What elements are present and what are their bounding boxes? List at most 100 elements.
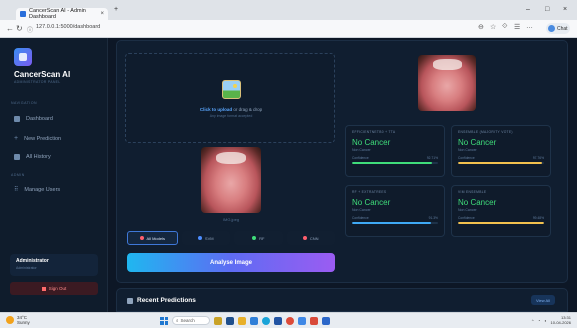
confidence-value: 97.76% <box>532 156 544 160</box>
result-card: RF + EXTRATREES No Cancer Non Cancer Con… <box>345 185 445 237</box>
sign-out-button[interactable]: Sign Out <box>10 282 98 295</box>
sidebar-item-new-prediction[interactable]: + New Prediction <box>14 134 61 144</box>
app-icon[interactable] <box>298 316 306 325</box>
result-model-title: VIM ENSEMBLE <box>458 190 487 194</box>
weather-widget[interactable]: 34°C Sunny <box>6 315 30 325</box>
brand-subtitle: ADMINISTRATOR PANEL <box>14 80 61 84</box>
result-class: Non Cancer <box>352 208 371 212</box>
model-selector: All Models SVM RF CNN <box>127 231 335 245</box>
result-card: EFFICIENTNETB0 + TTA No Cancer Non Cance… <box>345 125 445 177</box>
model-tab-all[interactable]: All Models <box>127 231 178 245</box>
model-tab-label: RF <box>259 235 265 241</box>
close-window-button[interactable]: × <box>563 6 567 13</box>
tab-title: CancerScan AI - Admin Dashboard <box>29 8 86 20</box>
confidence-value: 92.71% <box>426 156 438 160</box>
taskbar: 34°C Sunny ⌕ Search ^ ◔ ◖ 13:31 10-04-202… <box>0 312 577 328</box>
clock[interactable]: 13:31 10-04-2026 <box>551 315 571 325</box>
tab-close-icon[interactable]: × <box>100 11 104 17</box>
confidence-label: Confidence <box>458 216 475 220</box>
logo-icon <box>14 48 32 66</box>
site-info-icon[interactable]: ⓘ <box>27 25 33 34</box>
confidence-bar <box>352 162 438 164</box>
browser-tab[interactable]: CancerScan AI - Admin Dashboard × <box>16 8 108 20</box>
extensions-icon[interactable]: ☰ <box>514 23 520 31</box>
favorite-icon[interactable]: ☆ <box>490 23 496 31</box>
model-dot-icon <box>139 236 144 240</box>
result-model-title: ENSEMBLE (MAJORITY VOTE) <box>458 130 513 134</box>
network-icon[interactable]: ◔ <box>538 318 540 323</box>
click-to-upload-link[interactable]: Click to upload <box>200 107 232 112</box>
recent-predictions-title: Recent Predictions <box>137 297 196 304</box>
clock-date: 10-04-2026 <box>550 320 571 325</box>
windows-start-icon[interactable] <box>160 316 168 325</box>
result-class: Non Cancer <box>458 148 477 152</box>
model-tab-label: CNN <box>309 235 319 241</box>
task-view-icon[interactable] <box>226 316 234 325</box>
dashboard-icon <box>14 116 20 122</box>
sidebar-item-label: Manage Users <box>24 187 61 193</box>
app-icon[interactable] <box>322 316 330 325</box>
volume-icon[interactable]: ◖ <box>544 318 546 323</box>
sidebar-item-all-history[interactable]: All History <box>14 152 51 162</box>
file-explorer-icon[interactable] <box>238 316 246 325</box>
result-card: VIM ENSEMBLE No Cancer Non Cancer Confid… <box>451 185 551 237</box>
browser-tab-bar: CancerScan AI - Admin Dashboard × + – □ … <box>0 0 577 20</box>
confidence-bar-fill <box>352 162 432 164</box>
result-image <box>418 55 476 111</box>
plus-icon: + <box>14 135 19 142</box>
admin-profile: Administrator Administrator <box>10 254 98 276</box>
address-bar: ← ↻ ⓘ 127.0.0.1:5000/dashboard ⊖ ☆ ⟐ ☰ …… <box>0 20 577 38</box>
sidebar-item-label: Dashboard <box>26 116 53 122</box>
view-all-button[interactable]: View All <box>531 295 555 305</box>
result-class: Non Cancer <box>352 148 371 152</box>
sidebar-item-manage-users[interactable]: ⠿ Manage Users <box>14 185 60 195</box>
confidence-label: Confidence <box>352 156 369 160</box>
confidence-bar <box>458 162 544 164</box>
result-verdict: No Cancer <box>458 198 497 207</box>
sidebar-item-label: New Prediction <box>24 136 62 142</box>
model-tab-rf[interactable]: RF <box>234 231 283 245</box>
model-dot-icon <box>252 236 257 240</box>
refresh-icon[interactable]: ↻ <box>16 24 23 33</box>
preview-filename: IMG.jpeg <box>222 217 240 222</box>
result-verdict: No Cancer <box>352 138 391 147</box>
recent-predictions-icon <box>127 298 133 304</box>
url-field[interactable]: 127.0.0.1:5000/dashboard <box>36 24 100 30</box>
model-tab-cnn[interactable]: CNN <box>286 231 335 245</box>
back-icon[interactable]: ← <box>6 24 14 33</box>
app-icon[interactable] <box>310 316 318 325</box>
confidence-value: 99.48% <box>532 216 544 220</box>
widgets-icon[interactable] <box>214 316 222 325</box>
tray-chevron-icon[interactable]: ^ <box>532 318 534 323</box>
zoom-icon[interactable]: ⊖ <box>478 23 484 31</box>
vscode-icon[interactable] <box>274 316 282 325</box>
result-card: ENSEMBLE (MAJORITY VOTE) No Cancer Non C… <box>451 125 551 177</box>
sidebar-item-dashboard[interactable]: Dashboard <box>14 114 53 124</box>
store-icon[interactable] <box>250 316 258 325</box>
result-verdict: No Cancer <box>352 198 391 207</box>
taskbar-search-label: Search <box>180 318 195 323</box>
collections-icon[interactable]: ⟐ <box>502 23 508 31</box>
brand-name: CancerScan AI <box>14 70 71 79</box>
recent-predictions-panel: Recent Predictions View All <box>116 288 568 312</box>
result-verdict: No Cancer <box>458 138 497 147</box>
analyse-image-button[interactable]: Analyse Image <box>127 253 335 272</box>
chrome-icon[interactable] <box>286 316 294 325</box>
profile-button[interactable]: Chat <box>546 23 570 34</box>
minimize-button[interactable]: – <box>526 6 530 13</box>
upload-dropzone[interactable]: Click to upload or drag & drop Any image… <box>125 53 335 143</box>
upload-instructions: Click to upload or drag & drop <box>126 107 336 112</box>
new-tab-button[interactable]: + <box>114 6 118 13</box>
drag-drop-text: or drag & drop <box>232 107 263 112</box>
confidence-bar <box>352 222 438 224</box>
taskbar-search[interactable]: ⌕ Search <box>172 316 210 325</box>
model-tab-svm[interactable]: SVM <box>181 231 230 245</box>
maximize-button[interactable]: □ <box>545 6 549 13</box>
confidence-bar-fill <box>458 162 543 164</box>
favicon-icon <box>20 11 26 17</box>
more-icon[interactable]: … <box>526 23 533 30</box>
edge-browser-icon[interactable] <box>262 316 270 325</box>
search-icon: ⌕ <box>176 318 179 323</box>
uploaded-image-preview <box>201 147 261 213</box>
confidence-bar <box>458 222 544 224</box>
